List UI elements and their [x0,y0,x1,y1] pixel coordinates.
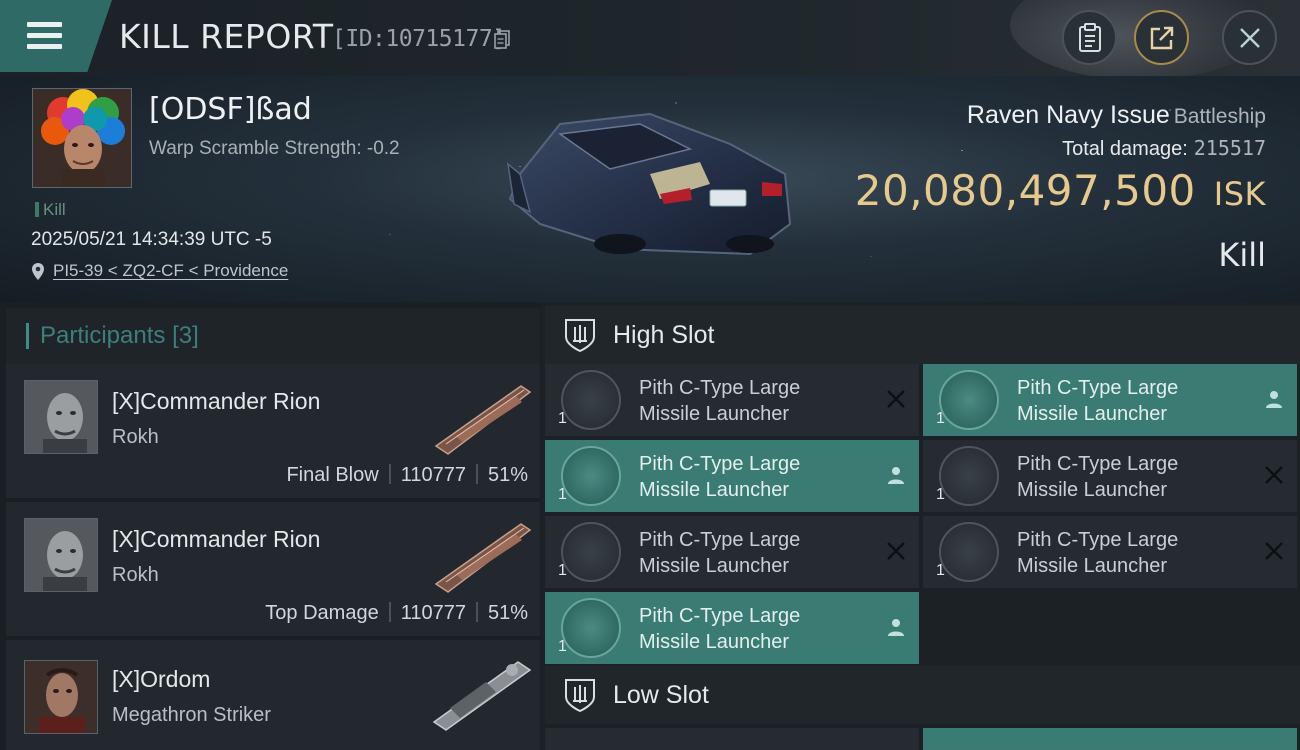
kill-location[interactable]: PI5-39 < ZQ2-CF < Providence [31,261,288,281]
module-quantity: 1 [936,562,945,579]
close-icon [1239,27,1260,48]
copy-icon[interactable] [494,30,511,49]
module-slot[interactable]: 1 Pith C-Type Large Missile Launcher [545,440,919,512]
module-slot[interactable]: 1 Pith C-Type Large Missile Launcher [545,592,919,664]
module-name: Pith C-Type Large Missile Launcher [1017,453,1179,501]
module-slot[interactable]: 1 Pith C-Type Large Missile Launcher [923,516,1297,588]
participant-ship: Megathron Striker [112,704,271,726]
module-quantity: 1 [558,638,567,655]
destroyed-x-icon [887,542,905,560]
victim-name[interactable]: [ODSF]ßad [149,92,312,127]
isk-unit: ISK [1213,175,1266,213]
participant-portrait-image [25,381,97,453]
participant-ship: Rokh [112,426,159,448]
dropped-person-icon [888,619,904,636]
dropped-person-icon [1266,391,1282,408]
missile-launcher-icon [561,598,621,658]
module-name: Pith C-Type Large Missile Launcher [639,605,801,653]
share-icon [1150,26,1173,49]
module-quantity: 1 [558,486,567,503]
participant-ship: Rokh [112,564,159,586]
total-damage: Total damage: 215517 [1062,136,1266,160]
warp-scramble-strength: Warp Scramble Strength: -0.2 [149,138,400,159]
destroyed-x-icon [1265,466,1283,484]
low-slot-title: Low Slot [613,680,709,709]
rokh-ship-icon [434,385,532,455]
fitting-panel: High Slot 1 Pith C-Type Large Missile Lau… [541,302,1300,750]
report-id: [ID:10715177] [332,26,506,52]
participant-portrait-image [25,661,97,733]
top-bar: KILL REPORT [ID:10715177] [0,0,1300,80]
module-slot-partial[interactable] [923,728,1297,750]
participant-name[interactable]: [X]Ordom [112,666,210,693]
location-pin-icon [32,262,44,280]
victim-ship-image [506,112,792,256]
menu-button[interactable] [0,0,112,72]
missile-launcher-icon [561,522,621,582]
clipboard-icon [1078,22,1101,52]
module-name: Pith C-Type Large Missile Launcher [1017,529,1179,577]
victim-portrait-image [33,89,131,187]
ship-class: Battleship [1173,105,1266,128]
victim-ship-name[interactable]: Raven Navy Issue Battleship [967,101,1266,130]
victim-header: [ODSF]ßad Warp Scramble Strength: -0.2 K… [0,76,1300,302]
participants-title: Participants [3] [40,322,199,349]
module-name: Pith C-Type Large Missile Launcher [1017,377,1179,425]
kill-result: Kill [1218,236,1266,274]
destroyed-x-icon [887,390,905,408]
participant-avatar[interactable] [24,518,98,592]
missile-launcher-icon [561,446,621,506]
kill-datetime: 2025/05/21 14:34:39 UTC -5 [31,229,272,250]
participants-panel: Participants [3] [X]Commander Rion Rokh … [0,302,541,750]
rokh-ship-icon [434,523,532,593]
module-quantity: 1 [936,486,945,503]
destroyed-x-icon [1265,542,1283,560]
page-title: KILL REPORT [119,17,334,56]
participants-header: Participants [3] [6,308,540,364]
isk-value: 20,080,497,500 ISK [854,166,1266,215]
close-button[interactable] [1222,10,1277,65]
module-slot[interactable]: 1 Pith C-Type Large Missile Launcher [545,516,919,588]
missile-launcher-icon [561,370,621,430]
low-slot-shield-icon [565,679,595,713]
accent-bar [26,323,29,349]
missile-launcher-icon [939,522,999,582]
missile-launcher-icon [939,370,999,430]
participant-row[interactable]: [X]Commander Rion Rokh Top Damage 110777 5… [6,502,540,636]
victim-avatar[interactable] [32,88,132,188]
module-slot-partial[interactable] [545,728,919,750]
high-slot-shield-icon [565,319,595,353]
missile-launcher-icon [939,446,999,506]
participant-row[interactable]: [X]Ordom Megathron Striker [6,640,540,750]
location-link[interactable]: PI5-39 < ZQ2-CF < Providence [53,261,288,281]
megathron-ship-icon [432,661,532,731]
participant-stats: Top Damage 110777 51% [265,602,528,624]
participant-portrait-image [25,519,97,591]
dropped-person-icon [888,467,904,484]
module-name: Pith C-Type Large Missile Launcher [639,377,801,425]
clipboard-button[interactable] [1062,10,1117,65]
high-slot-header: High Slot [545,306,1300,364]
kill-tag: Kill [35,200,66,220]
participant-avatar[interactable] [24,380,98,454]
participant-stats: Final Blow 110777 51% [286,464,528,486]
participant-name[interactable]: [X]Commander Rion [112,526,320,553]
module-name: Pith C-Type Large Missile Launcher [639,453,801,501]
participant-avatar[interactable] [24,660,98,734]
module-quantity: 1 [558,410,567,427]
module-slot[interactable]: 1 Pith C-Type Large Missile Launcher [923,440,1297,512]
share-button[interactable] [1134,10,1189,65]
module-quantity: 1 [558,562,567,579]
module-slot[interactable]: 1 Pith C-Type Large Missile Launcher [923,364,1297,436]
low-slot-header: Low Slot [545,666,1300,724]
participant-row[interactable]: [X]Commander Rion Rokh Final Blow 110777 5… [6,364,540,498]
module-name: Pith C-Type Large Missile Launcher [639,529,801,577]
module-quantity: 1 [936,410,945,427]
participant-name[interactable]: [X]Commander Rion [112,388,320,415]
high-slot-title: High Slot [613,320,715,349]
module-slot[interactable]: 1 Pith C-Type Large Missile Launcher [545,364,919,436]
